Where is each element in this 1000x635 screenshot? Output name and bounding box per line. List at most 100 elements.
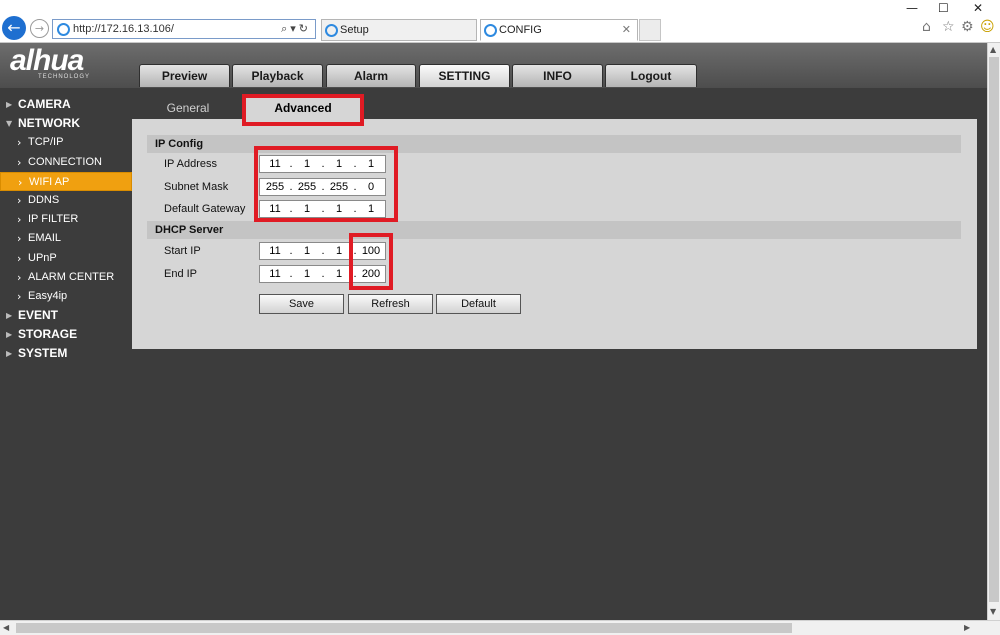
octet-input[interactable]: 200 (359, 268, 383, 280)
sidebar-item-ddns[interactable]: › DDNS (0, 191, 132, 210)
tab-setting[interactable]: SETTING (419, 64, 510, 87)
sidebar-item-tcpip[interactable]: › TCP/IP (0, 133, 132, 152)
sidebar-item-connection[interactable]: › CONNECTION (0, 153, 132, 172)
tab-info[interactable]: INFO (512, 64, 603, 87)
tab-logout[interactable]: Logout (605, 64, 697, 87)
sidebar-item-storage[interactable]: ▶ STORAGE (0, 325, 132, 344)
scroll-left-icon[interactable]: ◀ (3, 623, 9, 632)
sidebar-item-alarm-center[interactable]: › ALARM CENTER (0, 268, 132, 287)
sidebar-item-email[interactable]: › EMAIL (0, 229, 132, 248)
back-arrow-icon[interactable]: ← (2, 16, 26, 40)
refresh-button[interactable]: Refresh (348, 294, 433, 314)
close-window-icon[interactable]: ✕ (973, 1, 983, 15)
sidebar-item-easy4ip[interactable]: › Easy4ip (0, 287, 132, 306)
octet-input[interactable]: 1 (327, 245, 351, 257)
octet-input[interactable]: 1 (295, 203, 319, 215)
address-bar[interactable]: http://172.16.13.106/ ⌕▾↻ (52, 19, 316, 39)
tab-preview[interactable]: Preview (139, 64, 230, 87)
chevron-right-icon: › (17, 251, 22, 265)
section-header-ip-config: IP Config (147, 135, 961, 153)
sidebar-item-label: WIFI AP (29, 175, 70, 188)
chevron-right-icon: › (18, 175, 23, 189)
octet-input[interactable]: 100 (359, 245, 383, 257)
tab-alarm[interactable]: Alarm (326, 64, 416, 87)
default-gateway-field[interactable]: 11. 1. 1. 1 (259, 200, 386, 218)
field-label: Default Gateway (164, 203, 246, 215)
octet-input[interactable]: 1 (327, 268, 351, 280)
maximize-icon[interactable]: ☐ (938, 1, 949, 15)
ie-icon (57, 23, 70, 36)
chevron-right-icon: › (17, 213, 22, 227)
tab-playback[interactable]: Playback (232, 64, 323, 87)
octet-input[interactable]: 255 (263, 181, 287, 193)
caret-right-icon: ▶ (6, 349, 13, 359)
tab-advanced[interactable]: Advanced (245, 97, 361, 119)
octet-separator: . (321, 203, 325, 215)
scroll-down-icon[interactable]: ▼ (990, 607, 996, 616)
octet-separator: . (289, 268, 293, 280)
ie-icon (484, 24, 497, 37)
minimize-icon[interactable]: — (906, 1, 918, 15)
octet-input[interactable]: 11 (263, 203, 287, 215)
end-ip-field[interactable]: 11. 1. 1. 200 (259, 265, 386, 283)
smiley-icon[interactable]: ☺ (980, 19, 995, 35)
browser-tab-setup[interactable]: Setup (321, 19, 477, 41)
tab-general[interactable]: General (152, 97, 224, 119)
octet-input[interactable]: 11 (263, 268, 287, 280)
save-button[interactable]: Save (259, 294, 344, 314)
browser-tab-title: Setup (340, 24, 369, 36)
chevron-right-icon: › (17, 289, 22, 303)
octet-input[interactable]: 1 (327, 158, 351, 170)
address-url[interactable]: http://172.16.13.106/ (73, 23, 174, 35)
scroll-right-icon[interactable]: ▶ (964, 623, 970, 632)
gear-icon[interactable]: ⚙ (961, 19, 974, 35)
octet-input[interactable]: 1 (359, 203, 383, 215)
octet-input[interactable]: 1 (295, 268, 319, 280)
sidebar-item-ip-filter[interactable]: › IP FILTER (0, 210, 132, 229)
scrollbar-thumb[interactable] (16, 623, 792, 633)
subnet-mask-field[interactable]: 255. 255. 255. 0 (259, 178, 386, 196)
octet-input[interactable]: 0 (359, 181, 383, 193)
sidebar-item-system[interactable]: ▶ SYSTEM (0, 344, 132, 363)
home-icon[interactable]: ⌂ (922, 19, 931, 35)
sidebar: ▶ CAMERA ▼ NETWORK › TCP/IP › CONNECTION… (0, 95, 132, 364)
search-refresh-icon[interactable]: ⌕▾↻ (281, 22, 311, 36)
octet-input[interactable]: 1 (295, 158, 319, 170)
default-button[interactable]: Default (436, 294, 521, 314)
octet-input[interactable]: 255 (327, 181, 351, 193)
new-tab-button[interactable] (639, 19, 661, 41)
forward-arrow-icon[interactable]: → (30, 19, 49, 38)
octet-input[interactable]: 11 (263, 158, 287, 170)
sidebar-item-wifi-ap[interactable]: › WIFI AP (0, 171, 132, 191)
ip-address-field[interactable]: 11. 1. 1. 1 (259, 155, 386, 173)
close-icon[interactable]: ✕ (622, 23, 631, 36)
octet-separator: . (321, 245, 325, 257)
sidebar-item-network[interactable]: ▼ NETWORK (0, 114, 132, 133)
scroll-up-icon[interactable]: ▲ (990, 45, 996, 54)
horizontal-scrollbar[interactable]: ◀ ▶ (0, 620, 1000, 635)
octet-separator: . (321, 181, 325, 193)
sidebar-item-upnp[interactable]: › UPnP (0, 249, 132, 268)
sidebar-item-camera[interactable]: ▶ CAMERA (0, 95, 132, 114)
octet-separator: . (353, 245, 357, 257)
octet-input[interactable]: 1 (295, 245, 319, 257)
browser-tab-config[interactable]: CONFIG ✕ (480, 19, 638, 41)
octet-input[interactable]: 255 (295, 181, 319, 193)
sidebar-item-label: EVENT (18, 308, 59, 323)
octet-input[interactable]: 11 (263, 245, 287, 257)
octet-input[interactable]: 1 (359, 158, 383, 170)
start-ip-field[interactable]: 11. 1. 1. 100 (259, 242, 386, 260)
sidebar-item-label: IP FILTER (28, 213, 79, 226)
sidebar-item-label: EMAIL (28, 232, 62, 245)
octet-separator: . (289, 245, 293, 257)
vertical-scrollbar[interactable]: ▲ ▼ (987, 43, 1000, 620)
sidebar-item-label: CONNECTION (28, 155, 102, 168)
favorites-star-icon[interactable]: ☆ (942, 19, 955, 35)
scrollbar-thumb[interactable] (989, 57, 999, 602)
octet-input[interactable]: 1 (327, 203, 351, 215)
browser-toolbar: ← → http://172.16.13.106/ ⌕▾↻ Setup CONF… (0, 0, 1000, 43)
sidebar-item-event[interactable]: ▶ EVENT (0, 306, 132, 325)
browser-tab-title: CONFIG (499, 24, 542, 36)
caret-right-icon: ▶ (6, 311, 13, 321)
caret-down-icon: ▼ (6, 119, 13, 129)
